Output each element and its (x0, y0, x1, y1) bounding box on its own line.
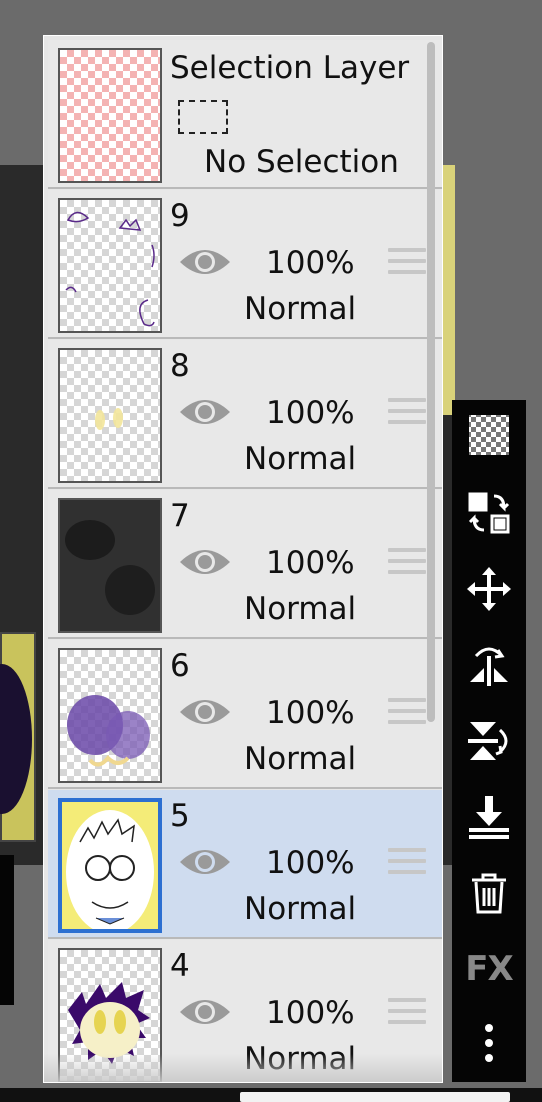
layer-row[interactable]: 9 100% Normal (48, 190, 442, 339)
layer-blend-mode[interactable]: Normal (244, 591, 356, 627)
drag-handle-icon[interactable] (388, 998, 426, 1028)
visibility-eye-icon[interactable] (178, 394, 232, 430)
layer-blend-mode[interactable]: Normal (244, 741, 356, 777)
layer-name: 5 (170, 798, 190, 834)
trash-icon[interactable] (464, 868, 514, 918)
bottom-input-field[interactable] (240, 1092, 510, 1102)
transparency-checker-icon[interactable] (464, 410, 514, 460)
layer-row[interactable]: 7 100% Normal (48, 490, 442, 639)
flip-horizontal-icon[interactable] (464, 640, 514, 690)
bottom-bar (0, 1088, 542, 1102)
layer-row[interactable]: 6 100% Normal (48, 640, 442, 789)
drag-handle-icon[interactable] (388, 398, 426, 428)
layer-name: 8 (170, 348, 190, 384)
flip-vertical-icon[interactable] (464, 716, 514, 766)
swap-layer-icon[interactable] (464, 488, 514, 538)
drag-handle-icon[interactable] (388, 248, 426, 278)
visibility-eye-icon[interactable] (178, 694, 232, 730)
fx-button[interactable]: FX (464, 944, 514, 994)
visibility-eye-icon[interactable] (178, 844, 232, 880)
more-vertical-icon[interactable] (464, 1018, 514, 1068)
layer-thumbnail (58, 948, 162, 1082)
move-icon[interactable] (464, 564, 514, 614)
drag-handle-icon[interactable] (388, 848, 426, 878)
layers-scrollbar[interactable] (427, 42, 435, 722)
canvas-artwork-fragment (0, 632, 36, 842)
selection-marquee-icon (178, 100, 228, 134)
visibility-eye-icon[interactable] (178, 994, 232, 1030)
layer-thumbnail (58, 348, 162, 483)
layer-name: 4 (170, 948, 190, 984)
layer-name: 6 (170, 648, 190, 684)
selection-layer-title: Selection Layer (170, 50, 410, 86)
visibility-eye-icon[interactable] (178, 544, 232, 580)
drag-handle-icon[interactable] (388, 548, 426, 578)
layer-name: 7 (170, 498, 190, 534)
layer-blend-mode[interactable]: Normal (244, 891, 356, 927)
layer-opacity[interactable]: 100% (266, 845, 355, 881)
layer-row[interactable]: 8 100% Normal (48, 340, 442, 489)
selection-status: No Selection (204, 144, 399, 180)
layers-panel: Selection Layer No Selection 9 100% Norm… (43, 35, 443, 1083)
layer-row[interactable]: 4 100% Normal (48, 940, 442, 1082)
layer-opacity[interactable]: 100% (266, 995, 355, 1031)
layer-opacity[interactable]: 100% (266, 545, 355, 581)
selection-layer-row[interactable]: Selection Layer No Selection (48, 40, 442, 189)
layer-thumbnail (58, 648, 162, 783)
layer-thumbnail (58, 198, 162, 333)
layer-row-selected[interactable]: 5 100% Normal (48, 790, 442, 939)
selection-layer-thumbnail (58, 48, 162, 183)
layer-blend-mode[interactable]: Normal (244, 291, 356, 327)
layer-opacity[interactable]: 100% (266, 395, 355, 431)
canvas-shadow (0, 855, 14, 1005)
layer-thumbnail (58, 798, 162, 933)
layer-blend-mode[interactable]: Normal (244, 1041, 356, 1077)
layer-opacity[interactable]: 100% (266, 245, 355, 281)
layer-thumbnail (58, 498, 162, 633)
drag-handle-icon[interactable] (388, 698, 426, 728)
layer-blend-mode[interactable]: Normal (244, 441, 356, 477)
merge-down-icon[interactable] (464, 792, 514, 842)
layer-toolbar: FX (452, 400, 526, 1082)
visibility-eye-icon[interactable] (178, 244, 232, 280)
layer-name: 9 (170, 198, 190, 234)
layer-opacity[interactable]: 100% (266, 695, 355, 731)
fx-label: FX (465, 949, 513, 989)
